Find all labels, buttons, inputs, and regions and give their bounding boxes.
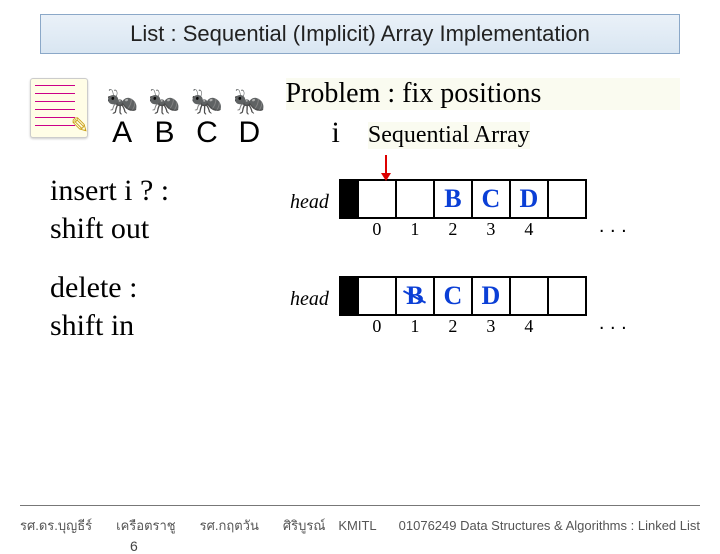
array-index: 3 [471,316,511,337]
top-row: 🐜A 🐜B 🐜C 🐜D Problem : fix positions i Se… [0,78,720,150]
head-cell [339,276,359,316]
head-cell [339,179,359,219]
delete-text: delete : shift in [50,269,260,344]
author-1: รศ.ดร.บุญธีร์ [20,515,92,536]
ant-icon: 🐜 [106,88,138,114]
author-2b: ศิริบูรณ์ [283,515,326,536]
array-index: 2 [433,219,473,240]
array-cell: C [433,276,473,316]
letter-b: B [155,116,175,150]
array-cell [357,179,397,219]
array-cell [395,179,435,219]
insert-section: insert i ? : shift out head B C D 0 1 2 … [0,172,720,247]
insert-array: head B C D 0 1 2 3 4 . . . [290,179,627,240]
notepad-icon [30,78,88,138]
array-cell: D [471,276,511,316]
footer-divider [20,505,700,506]
ant-icon: 🐜 [148,88,180,114]
head-label: head [290,191,329,214]
sequential-array-label: Sequential Array [368,122,530,149]
array-index: 4 [509,219,549,240]
author-1b: เครือตราชู [116,515,175,536]
page-number: 6 [130,538,138,554]
array-cell [547,276,587,316]
head-label: head [290,288,329,311]
array-cell [509,276,549,316]
author-2: รศ.กฤตวัน [200,515,259,536]
array-index: 3 [471,219,511,240]
delete-array: head B C D 0 1 2 3 4 . . . [290,276,627,337]
ant-letters: 🐜A 🐜B 🐜C 🐜D [106,88,266,150]
array-index: 4 [509,316,549,337]
letter-d: D [238,116,260,150]
array-cell [547,179,587,219]
array-index: 2 [433,316,473,337]
ant-icon: 🐜 [191,88,223,114]
array-cell-struck: B [395,276,435,316]
ellipsis: . . . [599,215,627,238]
array-cell: B [433,179,473,219]
i-label: i [332,116,340,150]
array-index: 1 [395,316,435,337]
letter-c: C [196,116,218,150]
ant-icon: 🐜 [233,88,265,114]
ellipsis: . . . [599,312,627,335]
course-title: 01076249 Data Structures & Algorithms : … [399,518,700,533]
delete-section: delete : shift in head B C D 0 1 2 3 4 [0,269,720,344]
array-cell: D [509,179,549,219]
array-index: 1 [395,219,435,240]
slide-title: List : Sequential (Implicit) Array Imple… [40,14,680,54]
institution: KMITL [338,518,376,533]
footer: รศ.ดร.บุญธีร์ เครือตราชู รศ.กฤตวัน ศิริบ… [20,515,700,536]
problem-text: Problem : fix positions [286,78,681,110]
array-cell: C [471,179,511,219]
insert-text: insert i ? : shift out [50,172,260,247]
letter-a: A [112,116,132,150]
array-index: 0 [357,316,397,337]
array-cell [357,276,397,316]
array-index: 0 [357,219,397,240]
